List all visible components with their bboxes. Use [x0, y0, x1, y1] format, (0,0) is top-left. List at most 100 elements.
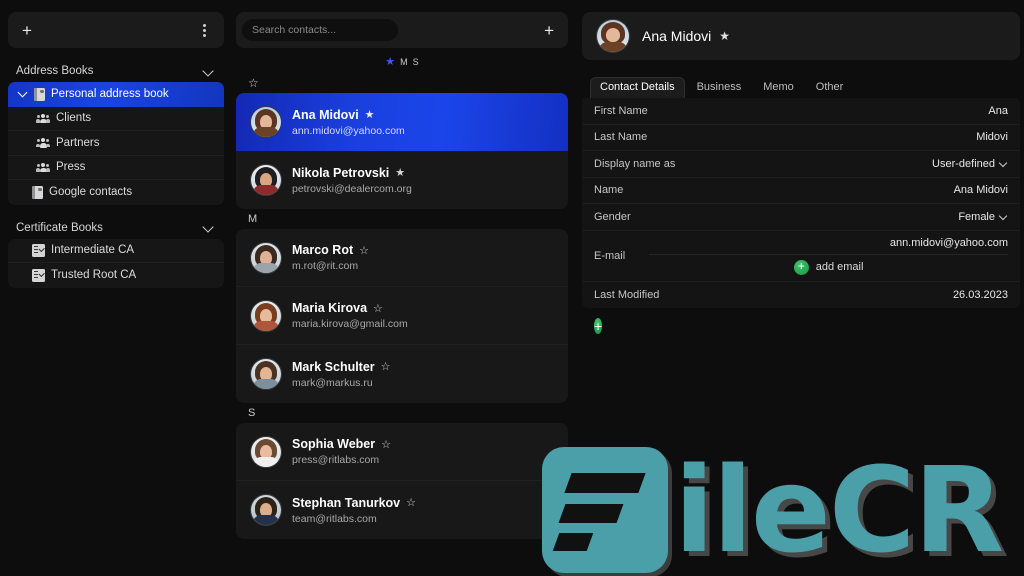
address-books-section-header[interactable]: Address Books [8, 60, 224, 82]
sidebar-item-press[interactable]: Press [8, 156, 224, 180]
plus-circle-icon: + [793, 259, 809, 275]
sidebar-toolbar: + [8, 12, 224, 48]
field-row-first-name: First Name Ana [582, 98, 1020, 125]
detail-tabs: Contact Details Business Memo Other [582, 74, 1020, 98]
chevron-down-icon [1000, 213, 1008, 221]
star-outline-icon[interactable]: ☆ [381, 360, 391, 373]
contact-row-sophia-weber[interactable]: Sophia Weber ☆ press@ritlabs.com [236, 423, 568, 481]
contact-name: Sophia Weber [292, 437, 376, 451]
index-letter-m[interactable]: M [400, 57, 408, 67]
group-header-favorites: ☆ [236, 73, 568, 93]
contact-email: m.rot@rit.com [292, 260, 359, 272]
contact-detail-pane: Ana Midovi ★ Contact Details Business Me… [572, 6, 1024, 576]
avatar [596, 19, 630, 53]
sidebar-item-google-contacts[interactable]: Google contacts [8, 180, 224, 205]
detail-fields: First Name Ana Last Name Midovi Display … [582, 98, 1020, 308]
chevron-down-icon[interactable] [18, 89, 28, 99]
index-letter-s[interactable]: S [413, 57, 419, 67]
group-header-m: M [236, 209, 568, 229]
contact-email: team@ritlabs.com [292, 512, 377, 525]
contact-email: press@ritlabs.com [292, 454, 380, 466]
sidebar-overflow-menu-icon[interactable] [199, 22, 210, 39]
star-outline-icon[interactable]: ☆ [381, 438, 391, 451]
star-icon[interactable]: ★ [365, 108, 375, 121]
index-star-icon[interactable]: ★ [385, 56, 395, 68]
tab-other[interactable]: Other [806, 77, 854, 98]
address-books-list: Personal address book Clients Partners P… [8, 82, 224, 205]
add-address-book-button[interactable]: + [22, 22, 32, 39]
add-contact-button[interactable]: + [544, 22, 554, 39]
contact-detail-name-row: Ana Midovi ★ [642, 28, 730, 44]
contact-name: Mark Schulter [292, 359, 375, 374]
contact-name: Stephan Tanurkov [292, 495, 401, 510]
contact-name-row: Stephan Tanurkov ☆ [292, 496, 416, 510]
star-outline-icon: ☆ [248, 76, 259, 90]
sidebar-item-label: Partners [56, 136, 100, 149]
contact-name-row: Mark Schulter ☆ [292, 360, 391, 374]
certificate-books-section-header[interactable]: Certificate Books [8, 217, 224, 239]
book-icon [34, 87, 45, 101]
contact-row-maria-kirova[interactable]: Maria Kirova ☆ maria.kirova@gmail.com [236, 287, 568, 345]
sidebar-item-intermediate-ca[interactable]: Intermediate CA [8, 239, 224, 263]
sidebar-item-partners[interactable]: Partners [8, 131, 224, 156]
contact-name: Nikola Petrovski [292, 165, 390, 180]
field-value-first-name[interactable]: Ana [988, 105, 1008, 117]
tab-business[interactable]: Business [687, 77, 752, 98]
address-books-title: Address Books [16, 65, 94, 77]
field-value-name[interactable]: Ana Midovi [954, 184, 1008, 196]
star-icon[interactable]: ★ [395, 166, 405, 179]
contact-name-row: Ana Midovi ★ [292, 108, 405, 122]
add-field-button[interactable]: + [594, 318, 603, 334]
add-email-button[interactable]: + add email [649, 255, 1008, 281]
star-icon[interactable]: ★ [719, 29, 730, 43]
avatar [250, 358, 282, 390]
gender-dropdown[interactable]: Female [958, 211, 1008, 223]
sidebar-item-trusted-root-ca[interactable]: Trusted Root CA [8, 263, 224, 288]
contact-row-mark-schulter[interactable]: Mark Schulter ☆ mark@markus.ru [236, 345, 568, 403]
contact-row-ana-midovi[interactable]: Ana Midovi ★ ann.midovi@yahoo.com [236, 93, 568, 151]
field-value-email[interactable]: ann.midovi@yahoo.com [649, 231, 1008, 255]
sidebar: + Address Books Personal address book Cl… [0, 6, 232, 576]
contact-name-row: Nikola Petrovski ★ [292, 166, 412, 180]
contact-name-row: Sophia Weber ☆ [292, 437, 391, 451]
star-outline-icon[interactable]: ☆ [373, 302, 383, 315]
group-letter: S [248, 407, 256, 419]
chevron-down-icon[interactable] [203, 66, 214, 77]
certificate-books-list: Intermediate CA Trusted Root CA [8, 238, 224, 288]
avatar [250, 241, 282, 274]
contact-list-toolbar: Search contacts... + [236, 12, 568, 48]
avatar [250, 299, 282, 332]
field-label: E-mail [594, 249, 626, 262]
display-name-as-dropdown[interactable]: User-defined [932, 158, 1008, 170]
alphabet-index: ★ M S [236, 51, 568, 73]
sidebar-item-label: Google contacts [49, 186, 133, 199]
sidebar-item-clients[interactable]: Clients [8, 107, 224, 131]
field-row-gender: Gender Female [582, 204, 1020, 231]
add-field-button-wrap: + [582, 308, 1020, 336]
field-row-last-name: Last Name Midovi [582, 125, 1020, 151]
field-row-email: E-mail ann.midovi@yahoo.com + add email [582, 231, 1020, 282]
chevron-down-icon[interactable] [203, 222, 214, 233]
search-input[interactable]: Search contacts... [242, 19, 398, 41]
field-label: Last Modified [594, 288, 660, 301]
contact-list-column: Search contacts... + ★ M S ☆ Ana Midovi … [232, 6, 572, 576]
group-header-s: S [236, 403, 568, 423]
contact-email: maria.kirova@gmail.com [292, 318, 408, 330]
tab-contact-details[interactable]: Contact Details [590, 77, 685, 98]
contact-row-nikola-petrovski[interactable]: Nikola Petrovski ★ petrovski@dealercom.o… [236, 151, 568, 209]
contact-name: Ana Midovi [292, 107, 359, 122]
star-outline-icon[interactable]: ☆ [406, 496, 416, 509]
star-outline-icon[interactable]: ☆ [359, 244, 369, 257]
sidebar-item-personal-address-book[interactable]: Personal address book [8, 82, 224, 107]
tab-memo[interactable]: Memo [753, 77, 804, 98]
field-label: First Name [594, 104, 648, 117]
field-value-last-name[interactable]: Midovi [976, 131, 1008, 143]
address-books-section: Address Books Personal address book Clie… [8, 60, 224, 205]
contacts-app-window: + Address Books Personal address book Cl… [0, 0, 1024, 576]
sidebar-item-label: Press [56, 161, 86, 174]
contact-row-stephan-tanurkov[interactable]: Stephan Tanurkov ☆ team@ritlabs.com [236, 481, 568, 539]
contact-row-marco-rot[interactable]: Marco Rot ☆ m.rot@rit.com [236, 229, 568, 287]
contact-group-m: Marco Rot ☆ m.rot@rit.com Maria Kirova ☆… [236, 229, 568, 403]
group-letter: M [248, 213, 258, 225]
sidebar-item-label: Personal address book [51, 88, 169, 101]
